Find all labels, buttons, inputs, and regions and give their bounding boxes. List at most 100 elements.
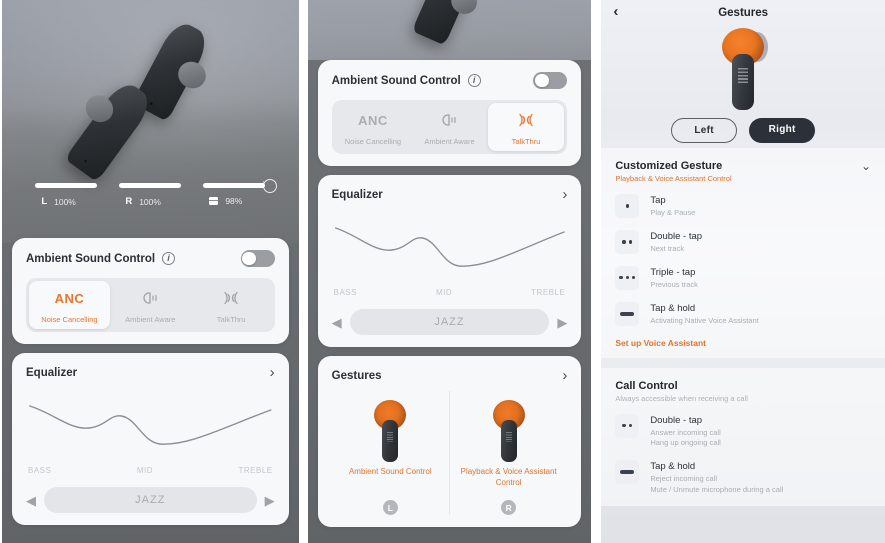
talkthru-icon: [191, 288, 272, 308]
gesture-description: Activating Native Voice Assistant: [650, 315, 759, 325]
panel-home-scrolled: Ambient Sound Control i ANC Noise Cancel…: [307, 0, 592, 543]
gesture-name: Double - tap: [650, 230, 703, 242]
axis-label-treble: TREBLE: [531, 288, 566, 297]
right-badge: R: [501, 500, 517, 515]
gesture-name: Tap: [650, 195, 666, 206]
anc-mode-selector: ANC Noise Cancelling Ambient Aware TalkT…: [26, 278, 275, 332]
equalizer-preset-picker: ◀ JAZZ ▶: [26, 487, 275, 513]
customized-gesture-section: Customized Gesture Playback & Voice Assi…: [601, 148, 885, 358]
gesture-caption: Ambient Sound Control: [348, 467, 432, 476]
anc-mode-label: TalkThru: [511, 137, 541, 146]
panel2-cards: Ambient Sound Control i ANC Noise Cancel…: [308, 60, 592, 527]
equalizer-preset-value[interactable]: JAZZ: [44, 487, 257, 513]
toggle-knob: [534, 73, 549, 88]
info-icon[interactable]: i: [162, 252, 176, 265]
equalizer-card-title: Equalizer: [26, 366, 78, 379]
three-dots-icon: [615, 265, 640, 290]
customized-gesture-subtitle: Playback & Voice Assistant Control: [615, 174, 732, 183]
battery-percent: 98%: [225, 196, 243, 206]
gesture-row-tap[interactable]: Tap Play & Pause: [615, 194, 871, 219]
anc-mode-label: TalkThru: [216, 315, 246, 324]
earbud-left-graphic: [64, 77, 156, 183]
ambient-sound-toggle[interactable]: [240, 250, 275, 267]
triangle-left-icon[interactable]: ◀: [332, 316, 342, 329]
eartip: [80, 90, 119, 128]
battery-item-left: L 100%: [35, 183, 98, 207]
two-dots-icon: [615, 413, 640, 438]
anc-mode-noise-cancelling[interactable]: ANC Noise Cancelling: [29, 281, 110, 329]
side-button-right[interactable]: Right: [749, 118, 816, 143]
earbud-right-icon: [492, 400, 525, 462]
equalizer-preset-value[interactable]: JAZZ: [349, 309, 550, 335]
battery-item-case: 98%: [203, 179, 278, 207]
charging-case-icon: [209, 197, 219, 205]
setup-voice-assistant-link[interactable]: Set up Voice Assistant: [615, 338, 871, 348]
chevron-down-icon[interactable]: ⌄: [861, 160, 871, 172]
equalizer-card[interactable]: Equalizer › BASS MID TREBLE ◀ JAZZ ▶: [317, 175, 582, 347]
axis-label-treble: TREBLE: [238, 466, 273, 475]
bar-icon: [615, 301, 640, 326]
gesture-row-double-tap[interactable]: Double - tap Next track: [615, 229, 871, 255]
gesture-name: Triple - tap: [650, 266, 696, 278]
earbud-hero-icon: [722, 28, 769, 110]
equalizer-axis-labels: BASS MID TREBLE: [26, 466, 275, 475]
gesture-description: Next track: [650, 243, 685, 253]
call-control-subtitle: Always accessible when receiving a call: [615, 393, 748, 403]
battery-percent: 100%: [139, 196, 161, 207]
battery-bar: [119, 183, 182, 188]
ambient-aware-icon: [411, 110, 488, 130]
gesture-column-left[interactable]: Ambient Sound Control L: [332, 391, 449, 515]
earbud-left-icon: [374, 400, 407, 462]
ambient-card-title: Ambient Sound Control: [331, 74, 461, 87]
side-button-left[interactable]: Left: [671, 118, 738, 143]
equalizer-card-title: Equalizer: [331, 188, 383, 201]
anc-mode-label: Ambient Aware: [424, 137, 475, 146]
ambient-aware-icon: [110, 288, 191, 308]
call-row-double-tap[interactable]: Double - tap Answer incoming call Hang u…: [615, 413, 871, 450]
gesture-caption: Playback & Voice Assistant Control: [460, 467, 557, 487]
panel-gestures-detail: ‹ Gestures Left Right Customized Gesture…: [601, 0, 885, 543]
chevron-left-icon[interactable]: ‹: [613, 4, 618, 19]
anc-mode-selector: ANC Noise Cancelling Ambient Aware TalkT…: [331, 100, 568, 154]
gesture-row-triple-tap[interactable]: Triple - tap Previous track: [615, 265, 871, 291]
chevron-right-icon[interactable]: ›: [562, 368, 567, 383]
battery-status-row: L 100% R 100% 98%: [2, 179, 299, 207]
triangle-left-icon[interactable]: ◀: [26, 494, 36, 507]
customized-gesture-title: Customized Gesture: [615, 160, 723, 172]
anc-mode-ambient-aware[interactable]: Ambient Aware: [110, 281, 191, 329]
equalizer-card[interactable]: Equalizer › BASS MID TREBLE ◀ JAZZ ▶: [12, 353, 289, 525]
axis-label-mid: MID: [136, 466, 153, 475]
anc-label-glyph: ANC: [358, 112, 388, 128]
anc-mode-talkthru[interactable]: TalkThru: [191, 281, 272, 329]
triangle-right-icon[interactable]: ▶: [557, 316, 567, 329]
two-dots-icon: [615, 229, 640, 254]
info-icon[interactable]: i: [467, 74, 481, 87]
axis-label-bass: BASS: [333, 288, 357, 297]
call-control-section: Call Control Always accessible when rece…: [601, 367, 885, 506]
call-row-tap-hold[interactable]: Tap & hold Reject incoming call Mute / U…: [615, 460, 871, 496]
earbud-graphic: [411, 0, 481, 46]
gesture-description: Answer incoming call Hang up ongoing cal…: [650, 427, 721, 448]
gesture-description: Previous track: [650, 279, 698, 289]
battery-side-label: R: [125, 196, 133, 207]
anc-mode-label: Ambient Aware: [125, 315, 176, 324]
chevron-right-icon[interactable]: ›: [562, 187, 567, 202]
one-dot-icon: [615, 194, 640, 218]
talkthru-icon: [488, 110, 565, 130]
chevron-right-icon[interactable]: ›: [270, 365, 275, 380]
anc-mode-talkthru[interactable]: TalkThru: [487, 103, 565, 151]
page-title: Gestures: [718, 7, 769, 19]
gestures-card[interactable]: Gestures › Ambient Sound Control L Playb…: [317, 356, 582, 527]
ambient-sound-toggle[interactable]: [533, 72, 568, 89]
battery-side-label: L: [41, 196, 48, 207]
equalizer-preset-picker: ◀ JAZZ ▶: [332, 309, 567, 335]
triangle-right-icon[interactable]: ▶: [265, 494, 275, 507]
anc-mode-noise-cancelling[interactable]: ANC Noise Cancelling: [335, 103, 412, 151]
anc-mode-ambient-aware[interactable]: Ambient Aware: [411, 103, 488, 151]
left-badge: L: [382, 500, 398, 515]
axis-label-bass: BASS: [28, 466, 52, 475]
gesture-column-right[interactable]: Playback & Voice Assistant Control R: [448, 391, 567, 515]
panel-home: L 100% R 100% 98%: [2, 0, 299, 543]
gesture-row-tap-hold[interactable]: Tap & hold Activating Native Voice Assis…: [615, 301, 871, 327]
side-selector: Left Right: [601, 118, 885, 143]
